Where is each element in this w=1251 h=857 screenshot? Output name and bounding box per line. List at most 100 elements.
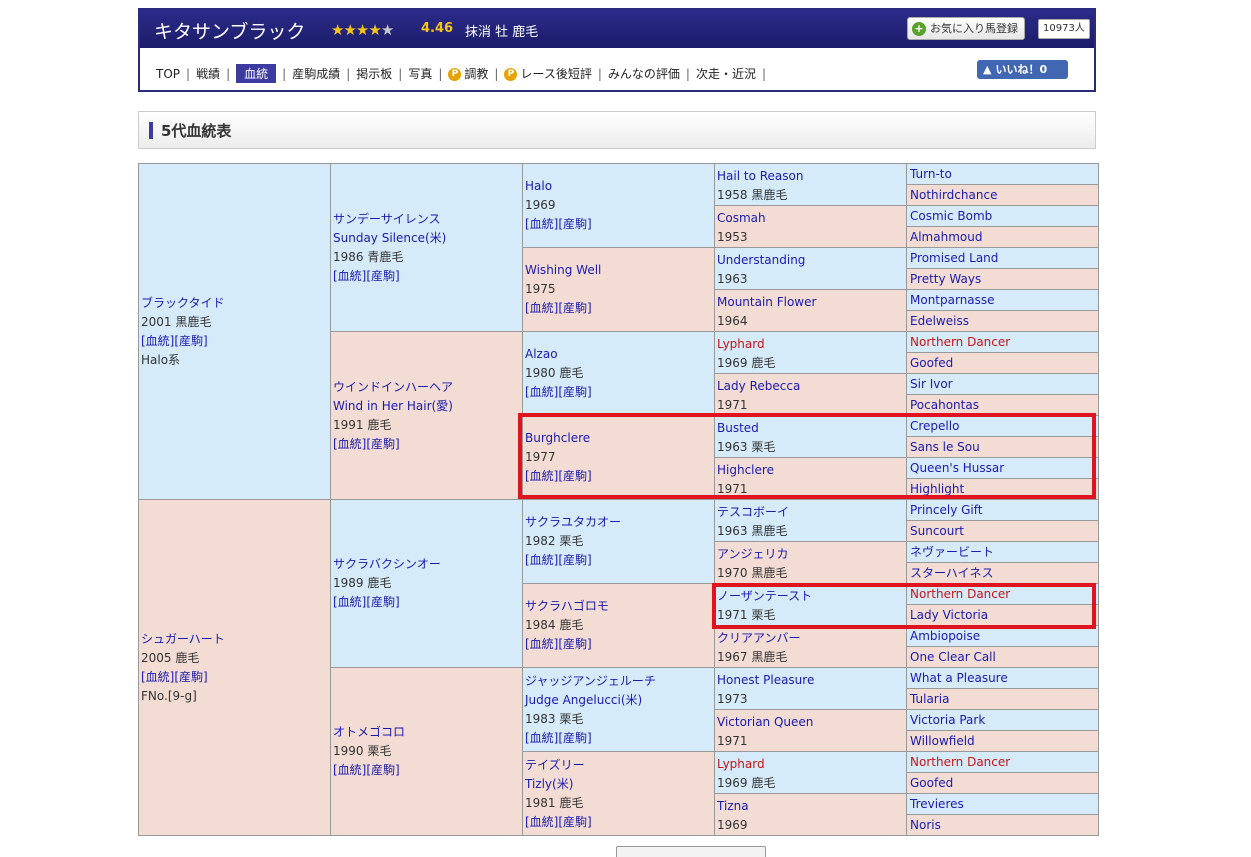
- pedigree-link[interactable]: [血統]: [333, 595, 366, 609]
- nav-comments[interactable]: P レース後短評: [504, 65, 592, 82]
- horse-name-link[interactable]: Victoria Park: [910, 713, 985, 727]
- pedigree-link[interactable]: [血統]: [333, 269, 366, 283]
- horse-name-link[interactable]: Goofed: [910, 356, 953, 370]
- horse-name-link[interactable]: ネヴァービート: [910, 545, 994, 559]
- nav-bbs[interactable]: 掲示板: [356, 65, 392, 82]
- horse-name-link[interactable]: サクラハゴロモ: [525, 599, 609, 613]
- nav-pedigree[interactable]: 血統: [236, 64, 277, 83]
- horse-name-link[interactable]: Nothirdchance: [910, 188, 997, 202]
- nav-results[interactable]: 戦績: [196, 65, 220, 82]
- horse-name-link[interactable]: Understanding: [717, 253, 805, 267]
- horse-name-link[interactable]: Lady Victoria: [910, 608, 988, 622]
- offspring-link[interactable]: [産駒]: [366, 269, 399, 283]
- horse-name-link[interactable]: テイズリー: [525, 758, 585, 772]
- offspring-link[interactable]: [産駒]: [366, 763, 399, 777]
- pedigree-link[interactable]: [血統]: [525, 731, 558, 745]
- horse-name-en-link[interactable]: Tizly(米): [525, 777, 573, 791]
- horse-name-link[interactable]: Trevieres: [910, 797, 964, 811]
- horse-name-link[interactable]: One Clear Call: [910, 650, 996, 664]
- horse-name-link[interactable]: Lady Rebecca: [717, 379, 800, 393]
- offspring-link[interactable]: [産駒]: [366, 437, 399, 451]
- horse-name-link[interactable]: What a Pleasure: [910, 671, 1008, 685]
- horse-name-link[interactable]: アンジェリカ: [717, 547, 789, 561]
- horse-name-link[interactable]: Highclere: [717, 463, 774, 477]
- pedigree-link[interactable]: [血統]: [525, 553, 558, 567]
- offspring-link[interactable]: [産駒]: [558, 637, 591, 651]
- pedigree-link[interactable]: [血統]: [333, 437, 366, 451]
- horse-name-link[interactable]: Hail to Reason: [717, 169, 803, 183]
- pedigree-link[interactable]: [血統]: [525, 385, 558, 399]
- offspring-link[interactable]: [産駒]: [366, 595, 399, 609]
- horse-name-link[interactable]: Lyphard: [717, 337, 765, 351]
- offspring-link[interactable]: [産駒]: [174, 670, 207, 684]
- horse-name-link[interactable]: Mountain Flower: [717, 295, 816, 309]
- horse-name-link[interactable]: Sans le Sou: [910, 440, 980, 454]
- nav-reviews[interactable]: みんなの評価: [608, 65, 680, 82]
- horse-name-link[interactable]: Lyphard: [717, 757, 765, 771]
- horse-name-link[interactable]: Victorian Queen: [717, 715, 813, 729]
- horse-name-link[interactable]: テスコボーイ: [717, 505, 789, 519]
- horse-name-link[interactable]: Ambiopoise: [910, 629, 980, 643]
- horse-name-link[interactable]: ジャッジアンジェルーチ: [525, 674, 656, 688]
- horse-name-link[interactable]: Sir Ivor: [910, 377, 953, 391]
- nav-photos[interactable]: 写真: [408, 65, 432, 82]
- pedigree-link[interactable]: [血統]: [525, 301, 558, 315]
- horse-name-link[interactable]: Tularia: [910, 692, 949, 706]
- horse-name-link[interactable]: Northern Dancer: [910, 587, 1010, 601]
- horse-name-link[interactable]: ウインドインハーヘア: [333, 380, 453, 394]
- favorite-button[interactable]: + お気に入り馬登録: [907, 17, 1025, 40]
- horse-name-link[interactable]: スターハイネス: [910, 566, 994, 580]
- horse-name-link[interactable]: Halo: [525, 179, 552, 193]
- pedigree-link[interactable]: [血統]: [141, 670, 174, 684]
- horse-name-link[interactable]: シュガーハート: [141, 632, 225, 646]
- nav-top[interactable]: TOP: [156, 67, 180, 81]
- horse-name-link[interactable]: Pocahontas: [910, 398, 979, 412]
- horse-name-en-link[interactable]: Judge Angelucci(米): [525, 693, 642, 707]
- horse-name-link[interactable]: Queen's Hussar: [910, 461, 1004, 475]
- horse-name-link[interactable]: Noris: [910, 818, 941, 832]
- pedigree-link[interactable]: [血統]: [525, 469, 558, 483]
- horse-name-link[interactable]: サクラバクシンオー: [333, 557, 441, 571]
- pedigree-link[interactable]: [血統]: [141, 334, 174, 348]
- nav-training[interactable]: P 調教: [448, 65, 488, 82]
- nav-offspring[interactable]: 産駒成績: [292, 65, 340, 82]
- horse-name-en-link[interactable]: Wind in Her Hair(愛): [333, 399, 453, 413]
- horse-name-link[interactable]: Cosmic Bomb: [910, 209, 992, 223]
- pedigree-link[interactable]: [血統]: [525, 815, 558, 829]
- horse-name-link[interactable]: Princely Gift: [910, 503, 982, 517]
- horse-name-link[interactable]: Suncourt: [910, 524, 964, 538]
- offspring-link[interactable]: [産駒]: [558, 553, 591, 567]
- horse-name-link[interactable]: サクラユタカオー: [525, 515, 621, 529]
- horse-name-link[interactable]: ブラックタイド: [141, 296, 225, 310]
- horse-name-link[interactable]: Northern Dancer: [910, 755, 1010, 769]
- horse-name-link[interactable]: Northern Dancer: [910, 335, 1010, 349]
- horse-name-link[interactable]: Montparnasse: [910, 293, 995, 307]
- horse-name-link[interactable]: Almahmoud: [910, 230, 982, 244]
- horse-name-link[interactable]: Wishing Well: [525, 263, 601, 277]
- offspring-link[interactable]: [産駒]: [558, 731, 591, 745]
- horse-name-link[interactable]: クリアアンバー: [717, 631, 801, 645]
- horse-name-en-link[interactable]: Sunday Silence(米): [333, 231, 446, 245]
- pedigree-link[interactable]: [血統]: [525, 637, 558, 651]
- horse-name-link[interactable]: オトメゴコロ: [333, 725, 405, 739]
- offspring-link[interactable]: [産駒]: [558, 815, 591, 829]
- horse-name-link[interactable]: Goofed: [910, 776, 953, 790]
- horse-name-link[interactable]: Pretty Ways: [910, 272, 981, 286]
- offspring-link[interactable]: [産駒]: [558, 469, 591, 483]
- like-button[interactable]: ▲ いいね！0: [977, 60, 1068, 79]
- horse-name-link[interactable]: ノーザンテースト: [717, 589, 812, 603]
- offspring-link[interactable]: [産駒]: [174, 334, 207, 348]
- horse-name-link[interactable]: Edelweiss: [910, 314, 969, 328]
- horse-name-link[interactable]: Burghclere: [525, 431, 590, 445]
- horse-name-link[interactable]: Busted: [717, 421, 759, 435]
- offspring-link[interactable]: [産駒]: [558, 217, 591, 231]
- horse-name-link[interactable]: Crepello: [910, 419, 959, 433]
- more-button[interactable]: [616, 846, 766, 857]
- horse-name-link[interactable]: サンデーサイレンス: [333, 212, 441, 226]
- horse-name-link[interactable]: Cosmah: [717, 211, 766, 225]
- pedigree-link[interactable]: [血統]: [525, 217, 558, 231]
- horse-name-link[interactable]: Alzao: [525, 347, 558, 361]
- offspring-link[interactable]: [産駒]: [558, 301, 591, 315]
- horse-name-link[interactable]: Highlight: [910, 482, 964, 496]
- nav-next[interactable]: 次走・近況: [696, 65, 756, 82]
